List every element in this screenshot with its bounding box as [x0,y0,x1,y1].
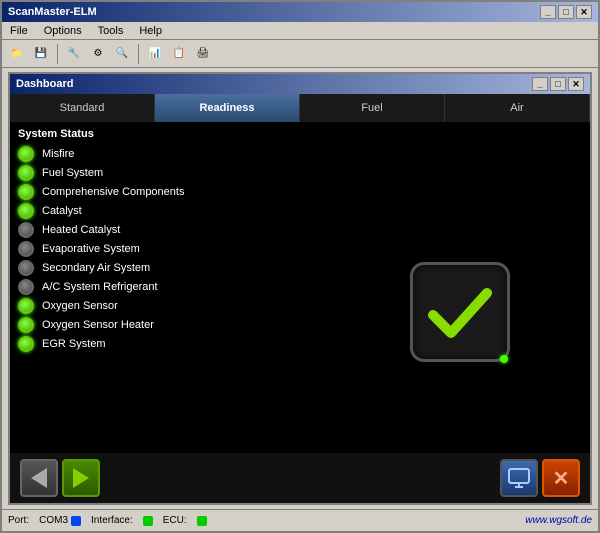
forward-button[interactable] [62,459,100,497]
checkmark-icon [425,277,495,347]
tab-readiness[interactable]: Readiness [155,94,300,122]
system-status-heading: System Status [10,122,590,144]
tab-standard[interactable]: Standard [10,94,155,122]
menubar: File Options Tools Help [2,22,598,40]
toolbar: 📁 💾 🔧 ⚙ 🔍 📊 📋 🖨 [2,40,598,68]
status-indicator-ac [18,279,34,295]
toolbar-btn-5[interactable]: 🔍 [111,43,133,65]
toolbar-btn-7[interactable]: 📋 [168,43,190,65]
status-label-o2-heater: Oxygen Sensor Heater [42,319,154,331]
status-label-comprehensive: Comprehensive Components [42,186,184,198]
forward-arrow-icon [73,468,89,488]
status-indicator-heated-catalyst [18,222,34,238]
port-led [71,516,81,526]
back-button[interactable] [20,459,58,497]
toolbar-sep-2 [138,44,139,64]
minimize-button[interactable]: _ [540,5,556,19]
ecu-led [197,516,207,526]
menu-options[interactable]: Options [40,24,86,38]
list-item: Evaporative System [18,241,582,257]
monitor-icon [507,466,531,490]
outer-titlebar-controls: _ □ ✕ [540,5,592,19]
toolbar-sep-1 [57,44,58,64]
port-value-group: COM3 [39,515,81,526]
dashboard-window: Dashboard _ □ ✕ Standard Readiness Fuel … [8,72,592,505]
outer-title: ScanMaster-ELM [8,6,97,18]
list-item: Fuel System [18,165,582,181]
menu-help[interactable]: Help [135,24,166,38]
status-indicator-catalyst [18,203,34,219]
toolbar-btn-3[interactable]: 🔧 [63,43,85,65]
list-item: Heated Catalyst [18,222,582,238]
status-indicator-o2 [18,298,34,314]
maximize-button[interactable]: □ [558,5,574,19]
menu-file[interactable]: File [6,24,32,38]
port-label: Port: [8,515,29,526]
status-label-fuel-system: Fuel System [42,167,103,179]
list-item: Comprehensive Components [18,184,582,200]
status-label-misfire: Misfire [42,148,74,160]
outer-window: ScanMaster-ELM _ □ ✕ File Options Tools … [0,0,600,533]
exit-button[interactable]: ✕ [542,459,580,497]
interface-label: Interface: [91,515,133,526]
toolbar-btn-1[interactable]: 📁 [6,43,28,65]
dashboard-maximize-button[interactable]: □ [550,77,566,91]
content-area: System Status Misfire Fuel System [10,122,590,503]
ecu-label: ECU: [163,515,187,526]
tab-air[interactable]: Air [445,94,590,122]
status-indicator-fuel-system [18,165,34,181]
status-label-secondary-air: Secondary Air System [42,262,150,274]
outer-titlebar: ScanMaster-ELM _ □ ✕ [2,2,598,22]
dashboard-title: Dashboard [16,78,73,90]
dashboard-titlebar: Dashboard _ □ ✕ [10,74,590,94]
tab-fuel[interactable]: Fuel [300,94,445,122]
status-label-heated-catalyst: Heated Catalyst [42,224,120,236]
status-indicator-egr [18,336,34,352]
status-label-catalyst: Catalyst [42,205,82,217]
status-indicator-o2-heater [18,317,34,333]
close-button[interactable]: ✕ [576,5,592,19]
back-arrow-icon [31,468,47,488]
status-label-evaporative: Evaporative System [42,243,140,255]
status-label-egr: EGR System [42,338,106,350]
toolbar-btn-8[interactable]: 🖨 [192,43,214,65]
list-item: Catalyst [18,203,582,219]
checkmark-panel [410,262,510,362]
menu-tools[interactable]: Tools [94,24,128,38]
tabs-bar: Standard Readiness Fuel Air [10,94,590,122]
interface-led [143,516,153,526]
dashboard-bottom-bar: ✕ [10,453,590,503]
dashboard-close-button[interactable]: ✕ [568,77,584,91]
toolbar-btn-4[interactable]: ⚙ [87,43,109,65]
monitor-button[interactable] [500,459,538,497]
status-label-ac: A/C System Refrigerant [42,281,158,293]
toolbar-btn-2[interactable]: 💾 [30,43,52,65]
status-indicator-evaporative [18,241,34,257]
port-value: COM3 [39,515,68,526]
website-link[interactable]: www.wgsoft.de [525,515,592,526]
status-label-o2: Oxygen Sensor [42,300,118,312]
action-buttons: ✕ [500,459,580,497]
close-x-icon: ✕ [553,466,570,491]
status-footer-left: Port: COM3 Interface: ECU: [8,515,207,526]
list-item: Misfire [18,146,582,162]
green-dot-indicator [500,355,508,363]
toolbar-btn-6[interactable]: 📊 [144,43,166,65]
status-indicator-comprehensive [18,184,34,200]
dashboard-titlebar-controls: _ □ ✕ [532,77,584,91]
dashboard-minimize-button[interactable]: _ [532,77,548,91]
status-footer: Port: COM3 Interface: ECU: www.wgsoft.de [2,509,598,531]
nav-buttons [20,459,100,497]
status-indicator-secondary-air [18,260,34,276]
status-indicator-misfire [18,146,34,162]
